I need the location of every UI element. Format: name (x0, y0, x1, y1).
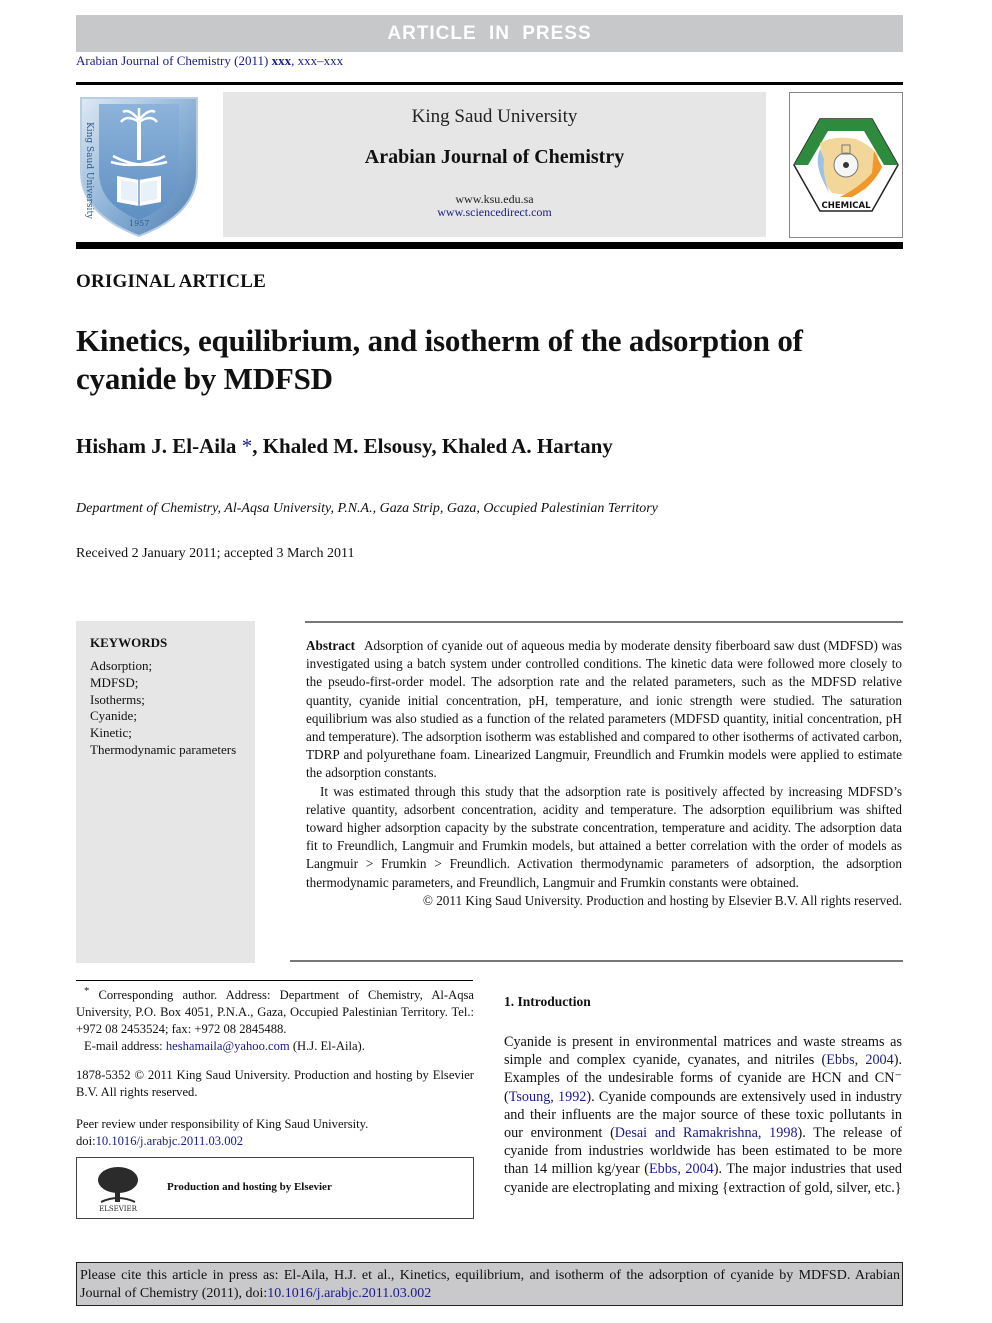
keyword-item: Kinetic; (90, 725, 132, 741)
article-title: Kinetics, equilibrium, and isotherm of t… (76, 323, 803, 396)
citation-link-ebbs-2004[interactable]: Ebbs, 2004 (826, 1052, 894, 1068)
header-rule-bottom (76, 242, 903, 249)
peer-review-note: Peer review under responsibility of King… (76, 1116, 474, 1150)
citation-link-ebbs-2004[interactable]: Ebbs, 2004 (649, 1161, 714, 1177)
doi-link[interactable]: 10.1016/j.arabjc.2011.03.002 (96, 1134, 244, 1148)
citation-link-desai-1998[interactable]: Desai and Ramakrishna, 1998 (615, 1125, 798, 1141)
peer-review-text: Peer review under responsibility of King… (76, 1117, 369, 1131)
abstract-rule-bottom (290, 960, 903, 962)
keyword-item: Adsorption; (90, 658, 153, 673)
citation-doi-link[interactable]: 10.1016/j.arabjc.2011.03.002 (267, 1286, 431, 1301)
sciencedirect-link[interactable]: www.sciencedirect.com (223, 205, 766, 220)
scs-logo-text: CHEMICAL (821, 201, 871, 211)
elsevier-tree-logo: ELSEVIER (95, 1164, 141, 1213)
journal-ref-prefix: Arabian Journal of Chemistry (2011) (76, 53, 272, 68)
king-saud-university-logo: King Saud University 1957 (77, 92, 201, 238)
journal-reference[interactable]: Arabian Journal of Chemistry (2011) xxx,… (76, 53, 343, 69)
journal-ref-volume: xxx (271, 53, 292, 68)
keyword-item: MDFSD; (90, 674, 139, 690)
author-first: Hisham J. El-Aila (76, 434, 242, 458)
saudi-chemical-society-logo: CHEMICAL (789, 92, 903, 238)
keyword-item: Cyanide; (90, 708, 137, 724)
keywords-heading: KEYWORDS (90, 635, 168, 650)
abstract-paragraph-2: It was estimated through this study that… (306, 783, 902, 890)
received-dates: Received 2 January 2011; accepted 3 Marc… (76, 546, 355, 561)
article-type: ORIGINAL ARTICLE (76, 271, 266, 292)
keyword-item: Isotherms; (90, 691, 145, 707)
keywords-panel: KEYWORDS Adsorption; MDFSD; Isotherms; C… (76, 621, 255, 963)
doi-label: doi: (76, 1133, 96, 1148)
citation-box: Please cite this article in press as: El… (76, 1262, 903, 1306)
introduction-paragraph: Cyanide is present in environmental matr… (504, 1033, 902, 1197)
abstract-text-1: Adsorption of cyanide out of aqueous med… (306, 638, 902, 781)
citation-text: Please cite this article in press as: El… (80, 1268, 900, 1301)
institution-name: King Saud University (411, 106, 578, 127)
abstract-paragraph-1: Abstract Adsorption of cyanide out of aq… (306, 637, 902, 783)
keyword-item: Thermodynamic parameters (90, 741, 237, 757)
journal-header-box: King Saud University Arabian Journal of … (223, 92, 766, 237)
email-link[interactable]: heshamaila@yahoo.com (166, 1039, 290, 1053)
issn-copyright: 1878-5352 © 2011 King Saud University. P… (76, 1068, 474, 1099)
author-rest: , Khaled M. Elsousy, Khaled A. Hartany (252, 434, 613, 458)
header-rule-top (76, 82, 903, 85)
abstract: Abstract Adsorption of cyanide out of aq… (306, 637, 902, 910)
corresponding-author-marker[interactable]: * (242, 434, 253, 458)
keywords-list: Adsorption; MDFSD; Isotherms; Cyanide; K… (90, 658, 236, 759)
affiliation: Department of Chemistry, Al-Aqsa Univers… (76, 501, 658, 516)
abstract-copyright: © 2011 King Saud University. Production … (422, 892, 902, 908)
article-in-press-banner: ARTICLE IN PRESS (76, 15, 903, 52)
footnote-rule (76, 980, 473, 981)
banner-text: ARTICLE IN PRESS (387, 22, 592, 44)
footnote-address: Corresponding author. Address: Departmen… (76, 988, 474, 1036)
email-suffix: (H.J. El-Aila). (289, 1038, 365, 1053)
author-list: Hisham J. El-Aila *, Khaled M. Elsousy, … (76, 434, 613, 459)
email-label: E-mail address: (84, 1038, 166, 1053)
elsevier-logo-text: ELSEVIER (99, 1205, 138, 1212)
abstract-rule-top (305, 621, 903, 623)
journal-ref-pages: , xxx–xxx (291, 53, 344, 68)
section-heading-introduction: 1. Introduction (504, 994, 591, 1009)
svg-text:King Saud University: King Saud University (84, 122, 94, 220)
abstract-label: Abstract (306, 638, 356, 653)
elsevier-hosting-text: Production and hosting by Elsevier (167, 1181, 332, 1193)
elsevier-hosting-box: ELSEVIER Production and hosting by Elsev… (76, 1157, 474, 1219)
journal-name: Arabian Journal of Chemistry (364, 146, 625, 168)
citation-link-tsoung-1992[interactable]: Tsoung, 1992 (509, 1089, 587, 1105)
svg-text:1957: 1957 (129, 219, 149, 228)
corresponding-author-footnote: * Corresponding author. Address: Departm… (76, 984, 474, 1055)
